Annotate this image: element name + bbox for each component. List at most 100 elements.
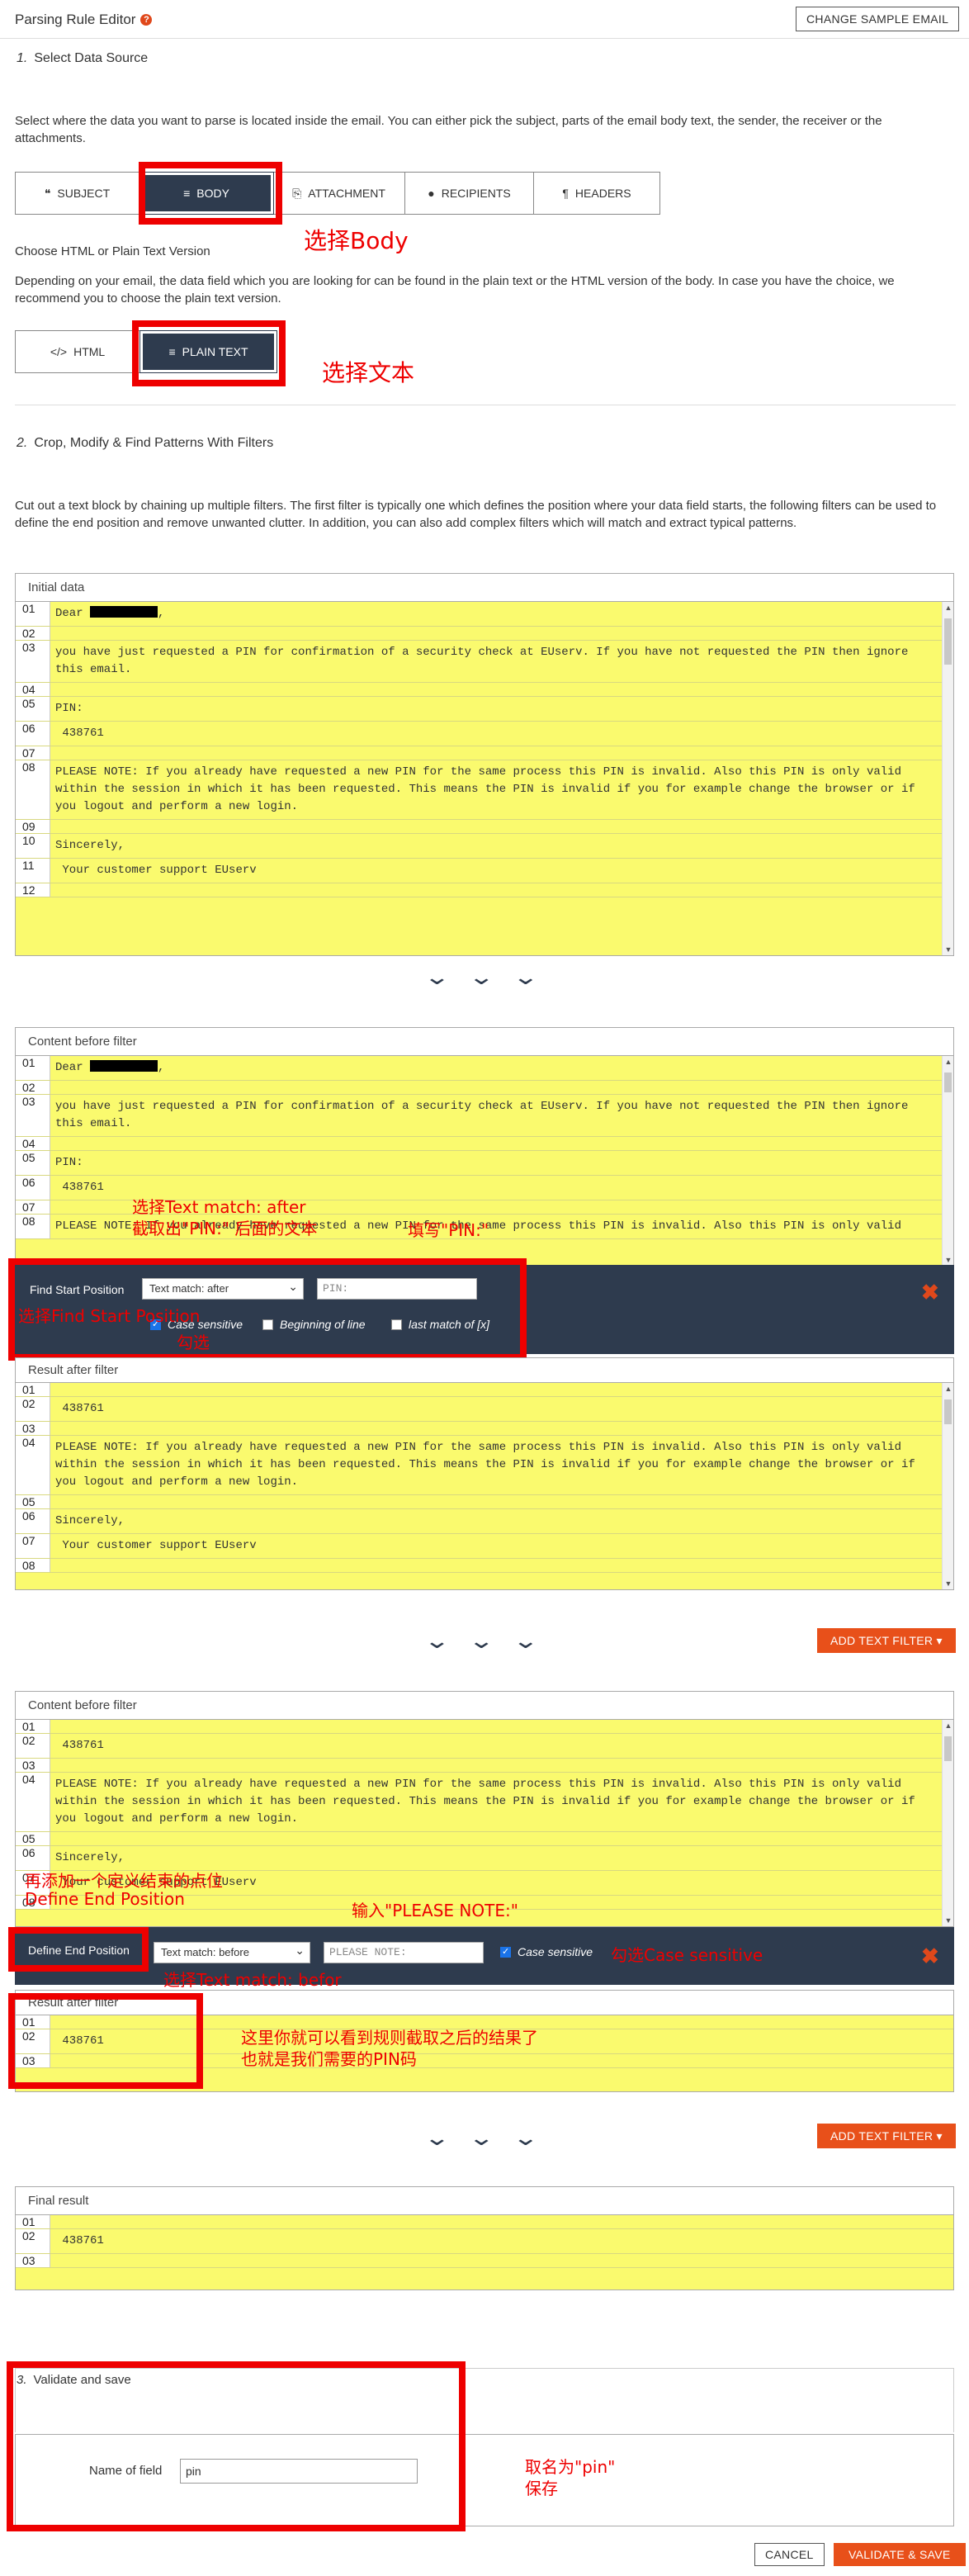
filter-1-opt-beginning[interactable]: Beginning of line <box>262 1318 366 1332</box>
remove-filter-icon[interactable]: ✖ <box>921 1280 939 1305</box>
line-number: 06 <box>16 1509 50 1533</box>
line-number: 01 <box>16 1720 50 1733</box>
validate-save-button[interactable]: VALIDATE & SAVE <box>834 2543 966 2566</box>
add-text-filter-button[interactable]: ADD TEXT FILTER ▾ <box>817 2124 956 2148</box>
align-icon: ≡ <box>183 187 191 200</box>
checkbox-icon[interactable] <box>391 1319 402 1330</box>
line-text: you have just requested a PIN for confir… <box>50 641 953 682</box>
line-number: 04 <box>16 1436 50 1494</box>
code-line: 01 <box>16 2215 953 2229</box>
annotation-add-end: 再添加一个定义结束的点位 <box>25 1871 223 1891</box>
line-number: 03 <box>16 1422 50 1435</box>
line-number: 02 <box>16 1397 50 1421</box>
change-sample-email-button[interactable]: CHANGE SAMPLE EMAIL <box>796 7 960 31</box>
annotation-name: 取名为"pin" <box>525 2457 616 2477</box>
code-line: 05 <box>16 1495 953 1509</box>
line-text: PLEASE NOTE: If you already have request… <box>50 760 953 819</box>
filter-1-type-select[interactable]: Text match: after <box>142 1276 304 1300</box>
line-text <box>50 883 953 897</box>
tab-body[interactable]: ≡ BODY <box>139 172 274 215</box>
tab-attachment[interactable]: ⎘ ATTACHMENT <box>273 173 405 214</box>
line-text: you have just requested a PIN for confir… <box>50 1095 953 1136</box>
align-icon: ≡ <box>168 345 176 358</box>
line-text: Sincerely, <box>50 1846 953 1870</box>
line-text <box>50 1137 953 1150</box>
filter-2-type-select[interactable]: Text match: before <box>154 1940 310 1963</box>
scrollbar[interactable]: ▲ ▼ <box>942 1383 953 1589</box>
remove-filter-icon[interactable]: ✖ <box>921 1944 939 1969</box>
panel-title: Result after filter <box>16 1358 953 1383</box>
code-line: 03 <box>16 2254 953 2268</box>
code-line: 04 <box>16 1137 953 1151</box>
line-text <box>50 1081 953 1094</box>
code-line: 01 Dear , <box>16 602 953 627</box>
filter-1-input[interactable]: PIN: <box>317 1278 477 1300</box>
panel-title: Content before filter <box>16 1028 953 1056</box>
line-content: 438761 <box>55 2034 104 2048</box>
tab-recipients[interactable]: ● RECIPIENTS <box>405 173 534 214</box>
line-text: Dear , <box>55 1060 165 1074</box>
line-number: 04 <box>16 1137 50 1150</box>
format-tabs: </> HTML ≡ PLAIN TEXT <box>15 330 277 373</box>
line-text <box>50 2254 953 2267</box>
annotation-input-please: 输入"PLEASE NOTE:" <box>352 1901 518 1920</box>
filter-1-opt-last[interactable]: last match of [x] <box>391 1318 489 1332</box>
line-content: Dear <box>55 1061 91 1074</box>
line-number: 01 <box>16 2215 50 2228</box>
line-number: 09 <box>16 820 50 833</box>
scrollbar[interactable]: ▲ ▼ <box>942 602 953 955</box>
cancel-button[interactable]: CANCEL <box>754 2543 825 2566</box>
line-text <box>50 683 953 696</box>
tab-headers[interactable]: ¶ HEADERS <box>534 173 659 214</box>
line-number: 08 <box>16 1559 50 1572</box>
tab-html[interactable]: </> HTML <box>16 331 141 372</box>
code-line: 11 Your customer support EUserv <box>16 859 953 883</box>
filter-2-input[interactable]: PLEASE NOTE: <box>324 1942 484 1963</box>
line-text <box>50 1832 953 1845</box>
line-number: 08 <box>16 1215 50 1238</box>
line-number: 08 <box>16 760 50 819</box>
line-text <box>50 1495 953 1508</box>
code-line: 04 PLEASE NOTE: If you already have reque… <box>16 1773 953 1832</box>
tab-plain-text[interactable]: ≡ PLAIN TEXT <box>139 330 277 373</box>
filter-1-label: Find Start Position <box>30 1283 125 1296</box>
help-icon[interactable]: ? <box>140 14 153 26</box>
section-3-box <box>15 2368 954 2432</box>
code-line: 04 <box>16 683 953 697</box>
filter-2-opt-case[interactable]: Case sensitive <box>500 1945 593 1959</box>
code-line: 02 <box>16 627 953 641</box>
checkbox-icon[interactable] <box>500 1946 511 1958</box>
add-text-filter-button[interactable]: ADD TEXT FILTER ▾ <box>817 1628 956 1653</box>
code-line: 03 <box>16 1422 953 1436</box>
code-line: 05 PIN: <box>16 697 953 722</box>
section-1-desc: Select where the data you want to parse … <box>15 114 882 145</box>
line-content: PLEASE NOTE: If you already have request… <box>55 1778 923 1825</box>
final-result-code[interactable]: 01 02 438761 03 <box>16 2215 953 2290</box>
line-number: 06 <box>16 1846 50 1870</box>
after-1-code[interactable]: 01 02 438761 03 04 PLEASE NOTE: If you alrea… <box>16 1383 953 1589</box>
pilcrow-icon: ¶ <box>562 187 569 200</box>
final-result-panel: Final result 01 02 438761 03 <box>15 2186 954 2290</box>
line-text <box>50 2215 953 2228</box>
code-line: 02 <box>16 1081 953 1095</box>
scrollbar[interactable]: ▲ ▼ <box>942 1056 953 1266</box>
line-text: Sincerely, <box>50 834 953 858</box>
field-name-input[interactable]: pin <box>180 2459 418 2484</box>
line-number: 11 <box>16 859 50 883</box>
initial-data-panel: Initial data 01 Dear , 02 03 you have just r… <box>15 573 954 956</box>
annotation-select-body: 选择Body <box>304 227 409 254</box>
code-line: 12 <box>16 883 953 897</box>
scrollbar[interactable]: ▲ ▼ <box>942 1720 953 1926</box>
tab-subject[interactable]: ❝ SUBJECT <box>16 173 139 214</box>
checkbox-icon[interactable] <box>262 1319 273 1330</box>
line-text: Your customer support EUserv <box>50 859 953 883</box>
annotation-result-2: 也就是我们需要的PIN码 <box>241 2049 417 2069</box>
initial-data-code[interactable]: 01 Dear , 02 03 you have just requested a PI… <box>16 602 953 955</box>
line-text: PIN: <box>50 697 953 721</box>
line-number: 12 <box>16 883 50 897</box>
line-number: 03 <box>16 641 50 682</box>
line-text <box>50 820 953 833</box>
line-text: 438761 <box>50 2229 953 2253</box>
code-line: 01 <box>16 1720 953 1734</box>
line-number: 05 <box>16 1495 50 1508</box>
